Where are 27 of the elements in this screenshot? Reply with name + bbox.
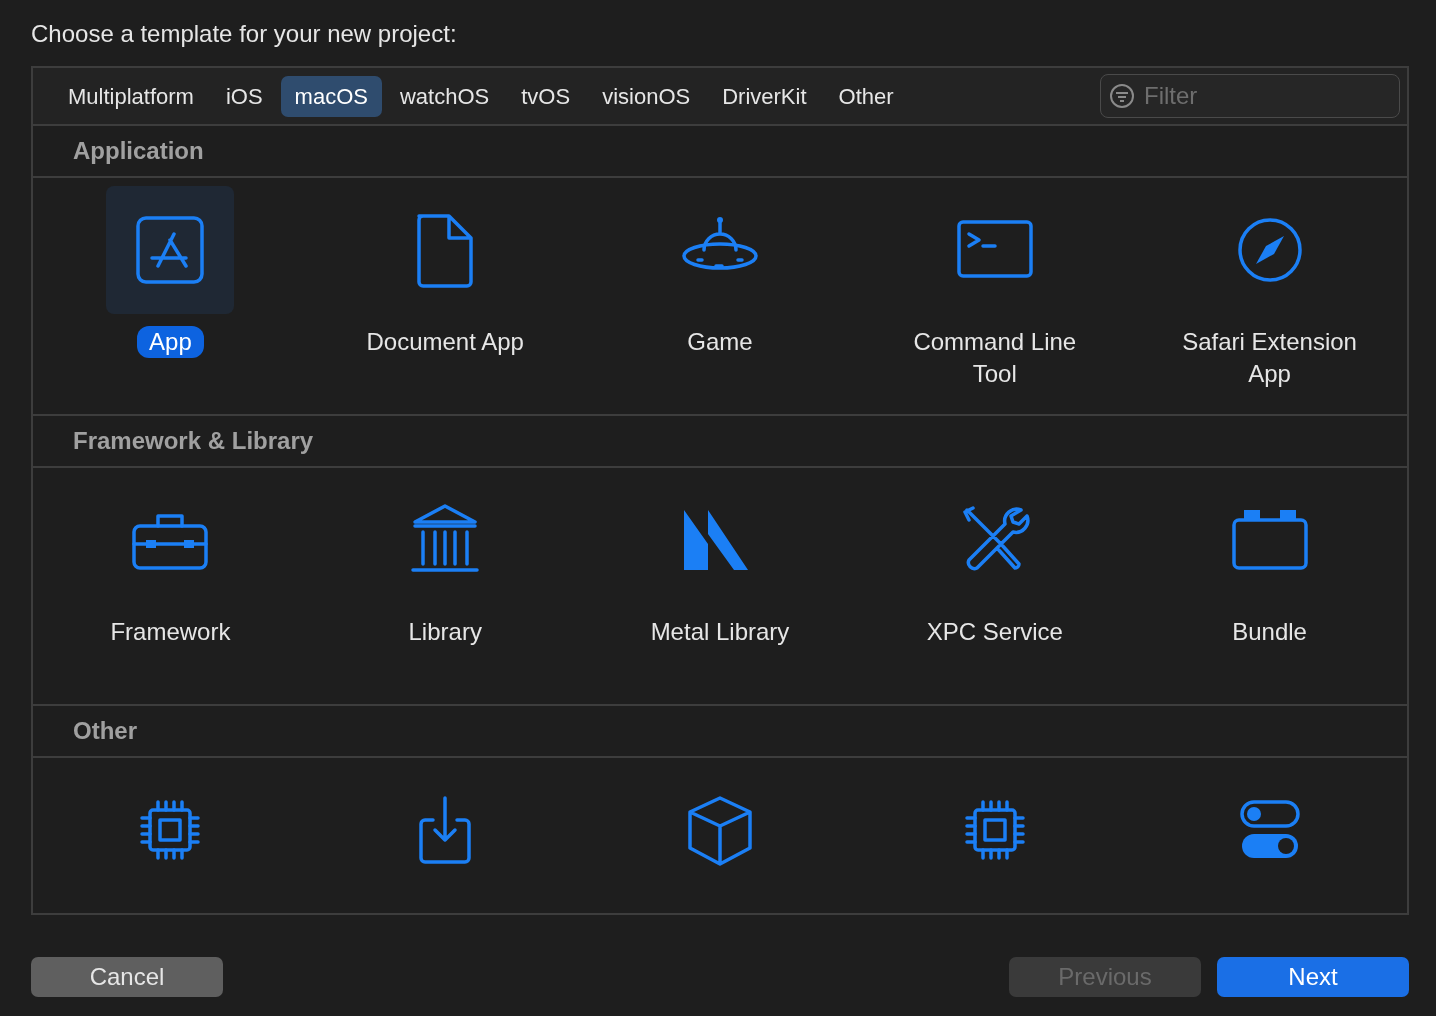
filter-icon [1109,83,1135,109]
section-header: Application [33,126,1407,178]
template-name: XPC Service [925,617,1064,647]
template-name: Bundle [1231,617,1308,647]
platform-tab[interactable]: visionOS [588,75,705,117]
platform-tab[interactable]: Other [824,75,908,117]
template-name: Safari Extension App [1181,327,1358,389]
section-header: Other [33,706,1407,758]
selected-template-tile[interactable] [106,186,235,314]
template-name: Command Line Tool [912,327,1078,389]
section-header: Framework & Library [33,416,1407,468]
dialog-heading: Choose a template for your new project: [31,19,458,49]
dialog-button[interactable]: Cancel [31,957,223,997]
dialog-button[interactable]: Next [1217,957,1409,997]
platform-tab[interactable]: iOS [211,75,277,117]
template-name: Library [407,617,483,647]
filter-field[interactable]: Filter [1100,74,1400,118]
platform-tab[interactable]: macOS [280,75,382,117]
template-name: Game [686,327,754,357]
platform-tab[interactable]: watchOS [385,75,504,117]
template-name: Framework [109,617,232,647]
template-name: Metal Library [649,617,791,647]
platform-tab[interactable]: Multiplatform [54,75,208,117]
template-name: Document App [365,327,525,357]
platform-tab[interactable]: DriverKit [708,75,821,117]
platform-tab[interactable]: tvOS [507,75,585,117]
template-name: App [137,326,204,358]
